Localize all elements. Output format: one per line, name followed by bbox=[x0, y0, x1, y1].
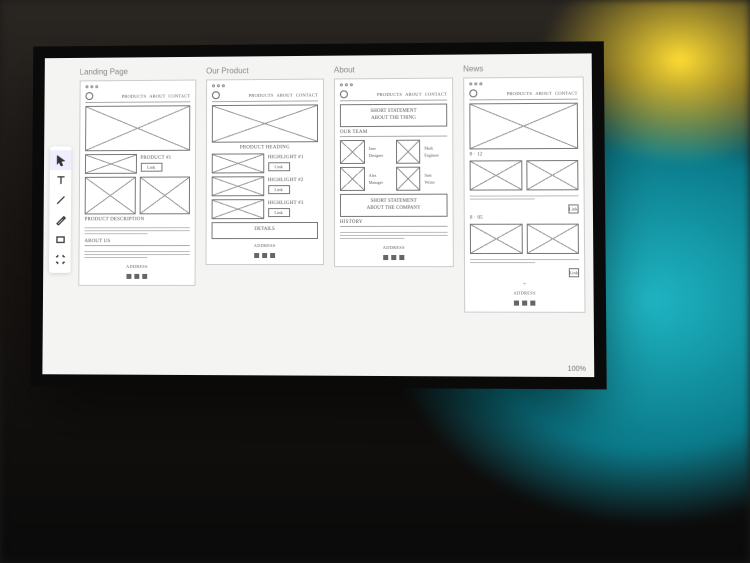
feature-image bbox=[212, 199, 264, 219]
hero-title: Product Heading bbox=[212, 145, 318, 150]
artboard-tool[interactable] bbox=[49, 249, 71, 269]
footer-label: Address bbox=[84, 264, 189, 269]
artboard-landing[interactable]: Products About Contact Product #1 Link bbox=[78, 80, 196, 286]
mission-statement: Short statementabout the thing bbox=[340, 104, 447, 128]
footer-label: Address bbox=[340, 245, 448, 250]
footer-label: Address bbox=[470, 290, 579, 295]
social-icons bbox=[340, 255, 448, 260]
zoom-level[interactable]: 100% bbox=[568, 366, 586, 373]
logo-icon bbox=[85, 92, 93, 100]
pencil-tool[interactable] bbox=[49, 210, 71, 230]
social-icons bbox=[470, 300, 579, 305]
post-image bbox=[470, 224, 522, 254]
cta-button: Link bbox=[140, 163, 162, 172]
text-tool[interactable] bbox=[50, 170, 72, 190]
product-image bbox=[85, 177, 136, 215]
product-label: Product #1 bbox=[140, 156, 190, 161]
rectangle-tool[interactable] bbox=[49, 229, 71, 249]
post-date: 8 · 05 bbox=[470, 216, 483, 221]
nav-link: Contact bbox=[168, 93, 190, 98]
nav-link: About bbox=[149, 93, 165, 98]
social-icons bbox=[84, 274, 189, 279]
highlight-label: Highlight #3 bbox=[268, 201, 318, 206]
wire-nav: Products About Contact bbox=[85, 91, 190, 103]
team-photo bbox=[396, 167, 421, 191]
team-photo bbox=[395, 140, 420, 164]
line-tool[interactable] bbox=[50, 190, 72, 210]
design-app-window: Landing Page Products About Contact Prod… bbox=[42, 53, 594, 377]
cta-button: Link bbox=[268, 185, 290, 194]
cta-button: Link bbox=[268, 162, 290, 171]
highlight-label: Highlight #1 bbox=[268, 155, 318, 160]
hero-image bbox=[469, 103, 578, 150]
hero-image bbox=[85, 105, 190, 151]
section-heading: Our Team bbox=[340, 130, 447, 138]
artboard-title[interactable]: Our Product bbox=[206, 66, 324, 76]
highlight-label: Highlight #2 bbox=[268, 178, 318, 183]
hero-image bbox=[212, 104, 318, 142]
section-heading: Product Description bbox=[85, 217, 190, 222]
details-box: Details bbox=[212, 222, 318, 239]
feature-image bbox=[212, 153, 264, 173]
feature-image bbox=[212, 176, 264, 196]
select-tool[interactable] bbox=[50, 150, 72, 170]
social-icons bbox=[211, 253, 318, 258]
team-photo bbox=[340, 167, 365, 191]
section-heading: History bbox=[340, 220, 448, 227]
cta-button: Link bbox=[268, 208, 290, 217]
artboard-title[interactable]: About bbox=[334, 65, 453, 75]
chevron-down-icon: ⌄ bbox=[470, 279, 579, 286]
section-heading: About Us bbox=[84, 239, 189, 246]
logo-icon bbox=[212, 91, 220, 99]
product-image bbox=[85, 154, 137, 174]
artboard-product[interactable]: Products About Contact Product Heading H… bbox=[206, 79, 324, 265]
post-image bbox=[470, 160, 522, 190]
artboard-news[interactable]: Products About Contact 8 · 12 Link 8 · 0… bbox=[463, 77, 585, 313]
post-image bbox=[526, 224, 579, 254]
artboard-title[interactable]: Landing Page bbox=[80, 67, 197, 77]
logo-icon bbox=[469, 89, 477, 97]
team-photo bbox=[340, 140, 365, 164]
post-date: 8 · 12 bbox=[470, 152, 483, 157]
footer-label: Address bbox=[212, 243, 318, 248]
tool-palette bbox=[49, 146, 71, 273]
nav-link: Products bbox=[122, 93, 147, 98]
canvas[interactable]: Landing Page Products About Contact Prod… bbox=[78, 64, 586, 365]
post-image bbox=[526, 160, 579, 190]
artboard-about[interactable]: Products About Contact Short statementab… bbox=[334, 78, 454, 268]
logo-icon bbox=[340, 90, 348, 98]
cta-button: Link bbox=[568, 268, 579, 277]
cta-button: Link bbox=[568, 204, 579, 213]
product-image bbox=[139, 177, 190, 215]
artboard-title[interactable]: News bbox=[463, 64, 584, 74]
company-statement: Short statementabout the company bbox=[340, 194, 448, 217]
